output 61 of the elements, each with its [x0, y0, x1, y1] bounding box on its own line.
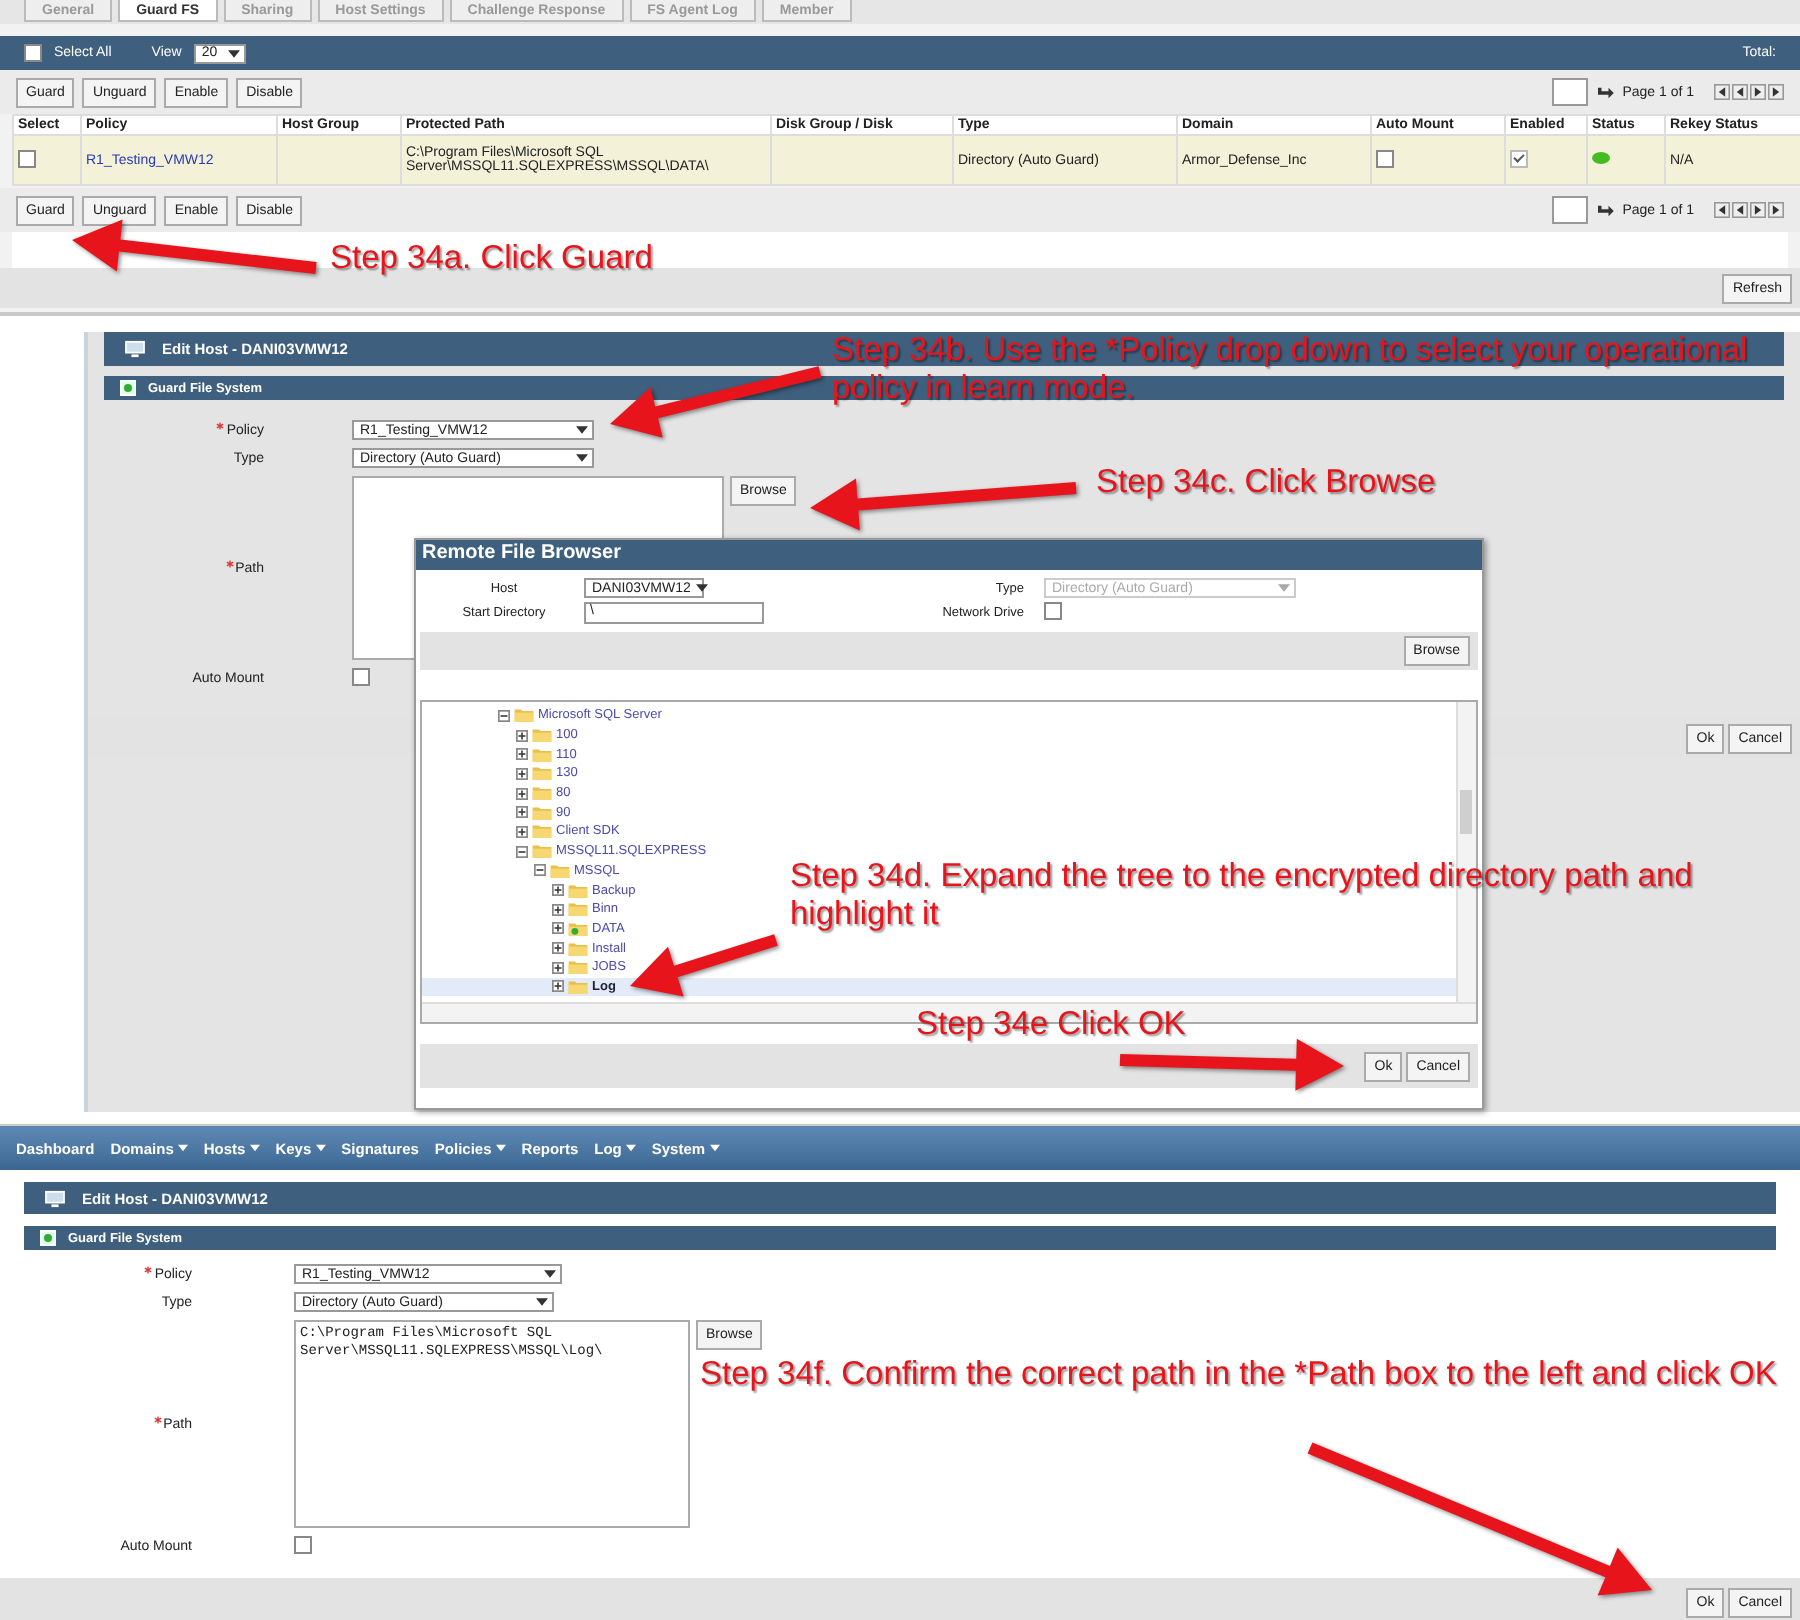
page-input[interactable]	[1552, 78, 1589, 106]
page-nav-icon[interactable]	[1732, 84, 1748, 100]
caret-icon	[227, 49, 240, 57]
required-icon	[216, 422, 225, 430]
expander-icon[interactable]	[516, 748, 528, 761]
page-nav-icon[interactable]	[1750, 84, 1766, 100]
auto-mount-checkbox[interactable]	[294, 1536, 312, 1554]
caret-icon	[709, 1144, 720, 1152]
go-icon[interactable]	[1596, 85, 1615, 99]
row-checkbox[interactable]	[18, 149, 36, 167]
caret-icon	[1278, 584, 1290, 592]
go-icon[interactable]	[1596, 203, 1615, 217]
page-nav-icon[interactable]	[1732, 202, 1748, 218]
expander-icon[interactable]	[552, 884, 564, 897]
expander-icon[interactable]	[552, 903, 564, 916]
network-drive-checkbox[interactable]	[1044, 602, 1062, 620]
monitor-icon	[124, 340, 146, 358]
expander-icon[interactable]	[516, 787, 528, 800]
required-icon	[153, 1416, 162, 1424]
shield-icon	[120, 380, 136, 396]
caret-icon	[249, 1144, 260, 1152]
expander-icon[interactable]	[534, 864, 546, 877]
caret-icon	[576, 454, 588, 462]
expander-icon[interactable]	[552, 961, 564, 974]
annotation-text: Step 34b. Use the *Policy drop down to select your operational policy in learn mode.	[832, 332, 1750, 408]
page-nav-icon[interactable]	[1768, 202, 1784, 218]
shield-icon	[40, 1230, 56, 1246]
page-nav-icon[interactable]	[1768, 84, 1784, 100]
monitor-icon	[44, 1189, 66, 1207]
caret-icon	[696, 584, 709, 592]
caret-icon	[315, 1144, 326, 1152]
expander-icon[interactable]	[552, 922, 564, 935]
page-nav-icon[interactable]	[1714, 202, 1730, 218]
dialog-title: Remote File Browser	[416, 540, 1482, 570]
annotation-text: Step 34a. Click Guard	[330, 240, 655, 278]
caret-icon	[495, 1144, 506, 1152]
expander-icon[interactable]	[516, 845, 528, 858]
annotation-text: Step 34c. Click Browse	[1096, 464, 1438, 502]
expander-icon[interactable]	[516, 825, 528, 838]
page-nav-icon[interactable]	[1714, 84, 1730, 100]
caret-icon	[544, 1270, 556, 1278]
page-nav-icon[interactable]	[1750, 202, 1766, 218]
auto-mount-checkbox[interactable]	[352, 668, 370, 686]
expander-icon[interactable]	[498, 709, 510, 722]
caret-icon	[177, 1144, 188, 1152]
required-icon	[144, 1266, 153, 1274]
expander-icon[interactable]	[552, 942, 564, 955]
select-all-checkbox[interactable]	[24, 44, 42, 62]
annotation-text: Step 34e Click OK	[916, 1006, 1188, 1044]
expander-icon[interactable]	[516, 806, 528, 819]
scrollbar-thumb[interactable]	[1460, 790, 1472, 834]
caret-icon	[625, 1144, 636, 1152]
expander-icon[interactable]	[516, 767, 528, 780]
required-icon	[225, 560, 234, 568]
annotation-text: Step 34d. Expand the tree to the encrypted directory path and highlight it	[790, 858, 1695, 934]
caret-icon	[576, 426, 588, 434]
page-input[interactable]	[1552, 196, 1589, 224]
annotation-text: Step 34f. Confirm the correct path in the *Path box to the left and click OK	[700, 1356, 1779, 1394]
expander-icon[interactable]	[516, 729, 528, 742]
expander-icon[interactable]	[552, 980, 564, 993]
caret-icon	[536, 1298, 548, 1306]
